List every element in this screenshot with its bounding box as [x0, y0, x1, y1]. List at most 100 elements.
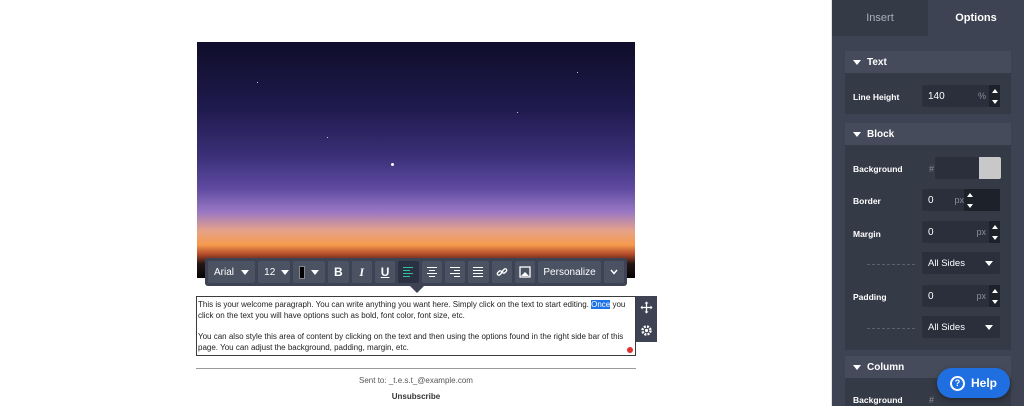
border-label: Border: [853, 196, 881, 206]
text-section-header[interactable]: Text: [845, 51, 1011, 73]
line-height-input[interactable]: 140 %: [922, 85, 1000, 107]
underline-button[interactable]: U: [374, 261, 396, 283]
background-color-input[interactable]: [935, 157, 1001, 179]
chevron-down-icon: [311, 269, 320, 275]
link-icon: [496, 268, 508, 276]
font-size-value: 12: [264, 266, 276, 278]
paragraph-2-text: You can also style this area of content …: [198, 332, 624, 352]
caret-down-icon: [853, 59, 861, 65]
bold-button[interactable]: B: [328, 261, 349, 283]
chevron-down-icon: [985, 261, 993, 266]
padding-input[interactable]: 0 px: [922, 285, 1000, 307]
section-title: Text: [867, 56, 887, 68]
section-title: Column: [867, 361, 905, 373]
border-color-swatch[interactable]: [975, 189, 1000, 211]
text-content-block[interactable]: This is your welcome paragraph. You can …: [196, 296, 636, 356]
padding-sides-value: All Sides: [928, 321, 965, 333]
tab-options-label: Options: [955, 12, 997, 24]
image-icon: [519, 266, 531, 278]
margin-value: 0: [928, 226, 934, 238]
personalize-label: Personalize: [543, 266, 596, 278]
stepper[interactable]: [989, 285, 1000, 307]
question-icon: ?: [949, 375, 965, 391]
align-left-icon: [403, 267, 414, 277]
insert-link-button[interactable]: [491, 261, 513, 283]
unit-label: %: [977, 91, 986, 101]
unsubscribe-link[interactable]: Unsubscribe: [196, 392, 636, 401]
text-color-picker[interactable]: [293, 261, 326, 283]
transparent-swatch[interactable]: [979, 157, 1001, 179]
stepper[interactable]: [989, 85, 1000, 107]
align-center-button[interactable]: [421, 261, 442, 283]
help-label: Help: [970, 376, 997, 390]
arrow-up-icon: [991, 224, 998, 229]
paragraph-2[interactable]: You can also style this area of content …: [198, 331, 634, 353]
text-section: Text Line Height 140 %: [845, 51, 1011, 114]
italic-button[interactable]: I: [351, 261, 372, 283]
align-center-icon: [426, 267, 437, 277]
padding-label: Padding: [853, 292, 887, 302]
stepper[interactable]: [989, 221, 1000, 243]
align-justify-icon: [473, 267, 484, 277]
unit-label: px: [954, 195, 964, 205]
font-family-value: Arial: [214, 266, 235, 278]
caret-down-icon: [853, 364, 861, 370]
toolbar-pointer: [410, 286, 424, 293]
chevron-down-icon: [985, 325, 993, 330]
help-button[interactable]: ? Help: [937, 368, 1010, 398]
tab-insert-label: Insert: [866, 12, 894, 24]
hash-symbol: #: [929, 164, 935, 174]
underline-icon: U: [380, 265, 390, 279]
column-background-label: Background: [853, 395, 903, 405]
move-icon[interactable]: [640, 301, 653, 314]
tab-options[interactable]: Options: [928, 0, 1024, 36]
margin-input[interactable]: 0 px: [922, 221, 1000, 243]
block-section-header[interactable]: Block: [845, 123, 1011, 145]
paragraph-1[interactable]: This is your welcome paragraph. You can …: [198, 299, 634, 321]
stepper[interactable]: [964, 189, 975, 211]
divider: [867, 328, 915, 329]
resize-handle[interactable]: [627, 347, 633, 353]
background-label: Background: [853, 164, 903, 174]
arrow-up-icon: [991, 288, 998, 293]
border-input[interactable]: 0 px: [922, 189, 1000, 211]
unit-label: px: [976, 227, 986, 237]
more-options-button[interactable]: [603, 261, 625, 283]
gear-icon[interactable]: [640, 324, 653, 337]
bold-icon: B: [334, 265, 343, 279]
email-canvas: Arial 12 B I U Personalize This is your …: [0, 0, 832, 406]
paragraph-1-text-a: This is your welcome paragraph. You can …: [198, 300, 592, 309]
personalize-button[interactable]: Personalize: [538, 261, 601, 283]
insert-image-button[interactable]: [515, 261, 536, 283]
star-dot: [517, 112, 518, 113]
italic-icon: I: [359, 264, 365, 279]
email-editor: Arial 12 B I U Personalize This is your …: [0, 0, 1024, 406]
block-actions: [636, 296, 657, 342]
tab-insert[interactable]: Insert: [832, 0, 928, 36]
caret-down-icon: [853, 131, 861, 137]
block-section: Block Background # Border 0 px Margin 0 …: [845, 123, 1011, 350]
font-family-select[interactable]: Arial: [208, 261, 256, 283]
arrow-down-icon: [966, 203, 973, 208]
align-left-button[interactable]: [398, 261, 419, 283]
footer-divider: [196, 368, 636, 369]
margin-label: Margin: [853, 229, 881, 239]
padding-sides-select[interactable]: All Sides: [922, 316, 1000, 338]
font-size-select[interactable]: 12: [258, 261, 291, 283]
chevron-down-icon: [610, 269, 618, 275]
align-right-button[interactable]: [444, 261, 466, 283]
margin-sides-value: All Sides: [928, 257, 965, 269]
divider: [867, 264, 915, 265]
sent-to-text: Sent to: _t.e.s.t_@example.com: [359, 376, 473, 385]
arrow-down-icon: [991, 235, 998, 240]
arrow-down-icon: [991, 99, 998, 104]
arrow-up-icon: [991, 88, 998, 93]
star-dot: [391, 163, 394, 166]
hero-image[interactable]: [197, 42, 635, 278]
align-justify-button[interactable]: [468, 261, 489, 283]
chevron-down-icon: [241, 269, 250, 275]
star-dot: [257, 82, 258, 83]
margin-sides-select[interactable]: All Sides: [922, 252, 1000, 274]
selected-text: Once: [591, 300, 611, 309]
padding-value: 0: [928, 290, 934, 302]
